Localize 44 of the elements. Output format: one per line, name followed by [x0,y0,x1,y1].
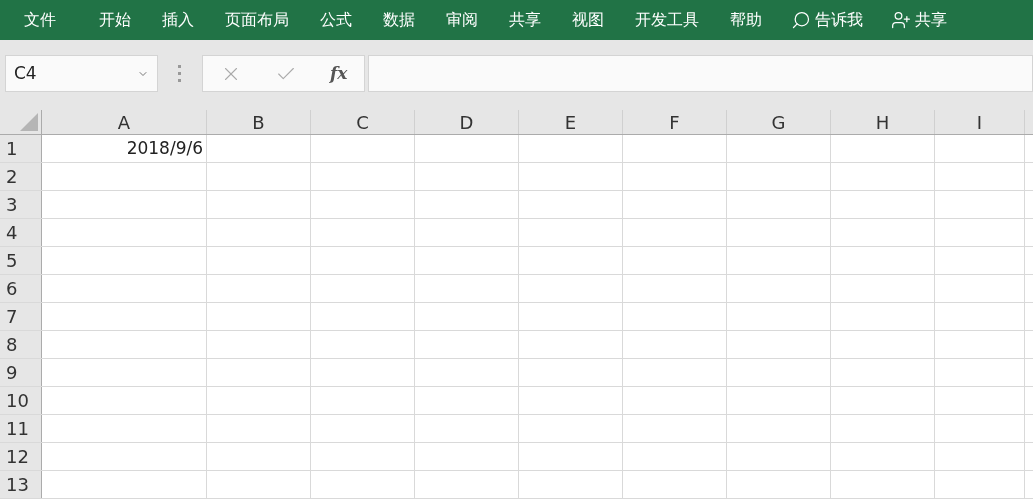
ribbon-tab[interactable]: 帮助 [720,8,772,32]
table-cell-text: 2018/9/6 [126,136,203,160]
column-header[interactable]: E [519,110,623,134]
ribbon-tab[interactable]: 审阅 [436,8,488,32]
column-header[interactable]: F [623,110,727,134]
drag-handle-icon[interactable] [178,65,182,82]
row-header[interactable]: 10 [0,387,42,414]
ribbon-tab[interactable]: 数据 [373,8,425,32]
column-header[interactable]: G [727,110,831,134]
ribbon-tab[interactable]: 视图 [562,8,614,32]
row-header[interactable]: 2 [0,163,42,190]
ribbon-tab[interactable]: 共享 [499,8,551,32]
formula-input[interactable] [368,55,1033,92]
share-button[interactable]: 共享 [891,8,947,32]
row-header[interactable]: 5 [0,247,42,274]
column-header[interactable]: D [415,110,519,134]
ribbon-tab[interactable]: 文件 [14,8,66,32]
column-header[interactable]: I [935,110,1025,134]
name-box[interactable]: C4 [5,55,158,92]
row-header[interactable]: 1 [0,135,42,162]
ribbon-tab[interactable]: 开始 [89,8,141,32]
row-header[interactable]: 7 [0,303,42,330]
column-header[interactable]: A [42,110,207,134]
column-header[interactable]: H [831,110,935,134]
column-header[interactable]: B [207,110,311,134]
insert-function-button[interactable]: fx [329,60,348,87]
row-header[interactable]: 13 [0,471,42,498]
tell-me-button[interactable]: 告诉我 [791,8,863,32]
row-header[interactable]: 9 [0,359,42,386]
row-header[interactable]: 11 [0,415,42,442]
ribbon-tab[interactable]: 页面布局 [215,8,299,32]
ribbon-tab[interactable]: 公式 [310,8,362,32]
ribbon-tab[interactable]: 插入 [152,8,204,32]
column-header[interactable]: C [311,110,415,134]
search-icon [791,10,811,30]
row-header[interactable]: 4 [0,219,42,246]
user-plus-icon [891,10,911,30]
row-header[interactable]: 6 [0,275,42,302]
row-header[interactable]: 8 [0,331,42,358]
cell-reference: C4 [14,61,37,85]
corner-triangle-icon [20,113,38,131]
ribbon-tab[interactable]: 开发工具 [625,8,709,32]
row-header[interactable]: 3 [0,191,42,218]
row-header[interactable]: 12 [0,443,42,470]
